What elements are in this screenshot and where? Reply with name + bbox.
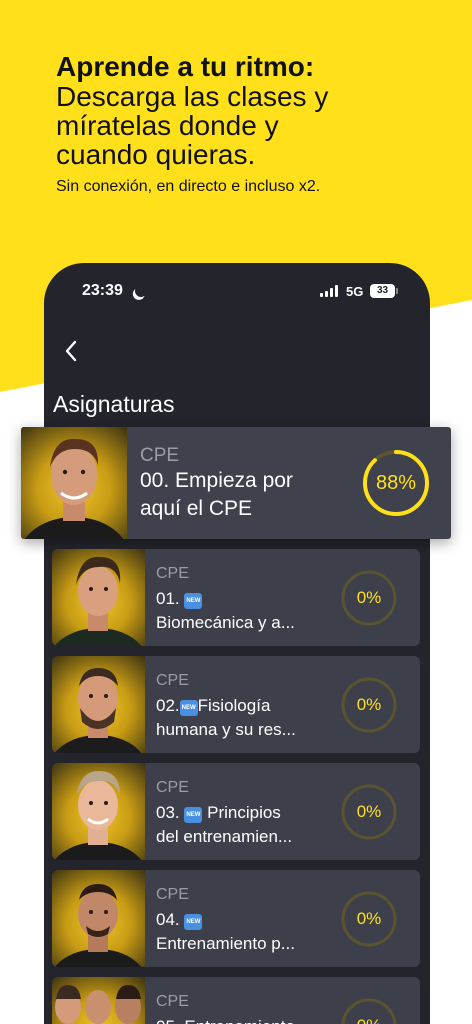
instructor-avatar [52,549,145,646]
course-title: 00. Empieza por aquí el CPE [140,467,360,523]
instructor-avatar [52,763,145,860]
new-badge-icon: NEW [184,593,203,609]
status-time: 23:39 [82,282,123,299]
course-category: CPE [156,886,189,903]
course-category: CPE [156,565,189,582]
promo-subtitle: Sin conexión, en directo e incluso x2. [56,178,321,195]
headline-line-1: Descarga las clases y [56,81,329,112]
progress-percent: 0% [340,997,398,1024]
course-title-line-1: 00. Empieza por [140,469,293,492]
new-badge-icon: NEW [184,914,203,930]
course-card-00[interactable]: CPE 00. Empieza por aquí el CPE 88% [21,427,451,539]
network-type: 5G [346,284,364,299]
course-title: 04. NEW Entrenamiento p... [156,908,336,956]
course-title-line-1: 04. NEW [156,910,203,930]
battery-icon: 33 [370,284,395,298]
new-badge-icon: NEW [179,700,198,716]
course-title-line-2: Entrenamiento p... [156,934,295,953]
course-category: CPE [156,779,189,796]
course-title: 05. Entrenamiento [156,1015,336,1024]
headline-line-2: míratelas donde y [56,110,279,141]
promo-headline: Aprende a tu ritmo: Descarga las clases … [56,51,456,170]
status-bar: 23:39 5G 33 [44,263,430,323]
course-title-line-1: 03. NEW Principios [156,803,281,823]
course-card-03[interactable]: CPE 03. NEW Principios del entrenamien..… [52,763,420,860]
headline-line-3: cuando quieras. [56,139,256,170]
course-title-line-2: humana y su res... [156,720,296,739]
course-category: CPE [156,993,189,1010]
instructor-avatar [52,870,145,967]
course-category: CPE [156,672,189,689]
instructor-avatar [52,656,145,753]
course-card-01[interactable]: CPE 01. NEW Biomecánica y a... 0% [52,549,420,646]
page-title: Asignaturas [53,391,175,417]
course-title: 02. NEW Fisiología humana y su res... [156,694,336,742]
progress-percent: 0% [356,588,382,607]
signal-icon [320,285,340,297]
course-title-line-1: 05. Entrenamiento [156,1015,336,1024]
progress-ring: 0% [340,676,398,734]
progress-ring: 0% [340,997,398,1024]
course-title-line-1: 02. NEW Fisiología [156,696,271,716]
instructor-avatar [52,977,145,1024]
progress-ring: 88% [361,448,431,518]
course-card-02[interactable]: CPE 02. NEW Fisiología humana y su res... … [52,656,420,753]
course-title-line-1: 01. NEW [156,589,203,609]
progress-percent: 0% [356,909,382,928]
battery-tip [396,288,398,294]
course-title-line-2: del entrenamien... [156,827,293,846]
instructor-avatar [21,427,127,539]
course-title: 01. NEW Biomecánica y a... [156,587,336,635]
course-category: CPE [140,445,180,466]
headline-bold: Aprende a tu ritmo: [56,51,315,82]
progress-percent: 88% [375,471,417,494]
course-title-line-2: aquí el CPE [140,497,253,520]
progress-percent: 0% [356,802,382,821]
course-title-line-2: Biomecánica y a... [156,613,295,632]
course-card-05[interactable]: CPE 05. Entrenamiento 0% [52,977,420,1024]
course-card-04[interactable]: CPE 04. NEW Entrenamiento p... 0% [52,870,420,967]
new-badge-icon: NEW [184,807,203,823]
moon-icon [133,283,148,298]
progress-percent: 0% [356,695,382,714]
progress-ring: 0% [340,783,398,841]
progress-ring: 0% [340,890,398,948]
course-title: 03. NEW Principios del entrenamien... [156,801,336,849]
progress-ring: 0% [340,569,398,627]
back-arrow-icon[interactable] [60,337,84,365]
